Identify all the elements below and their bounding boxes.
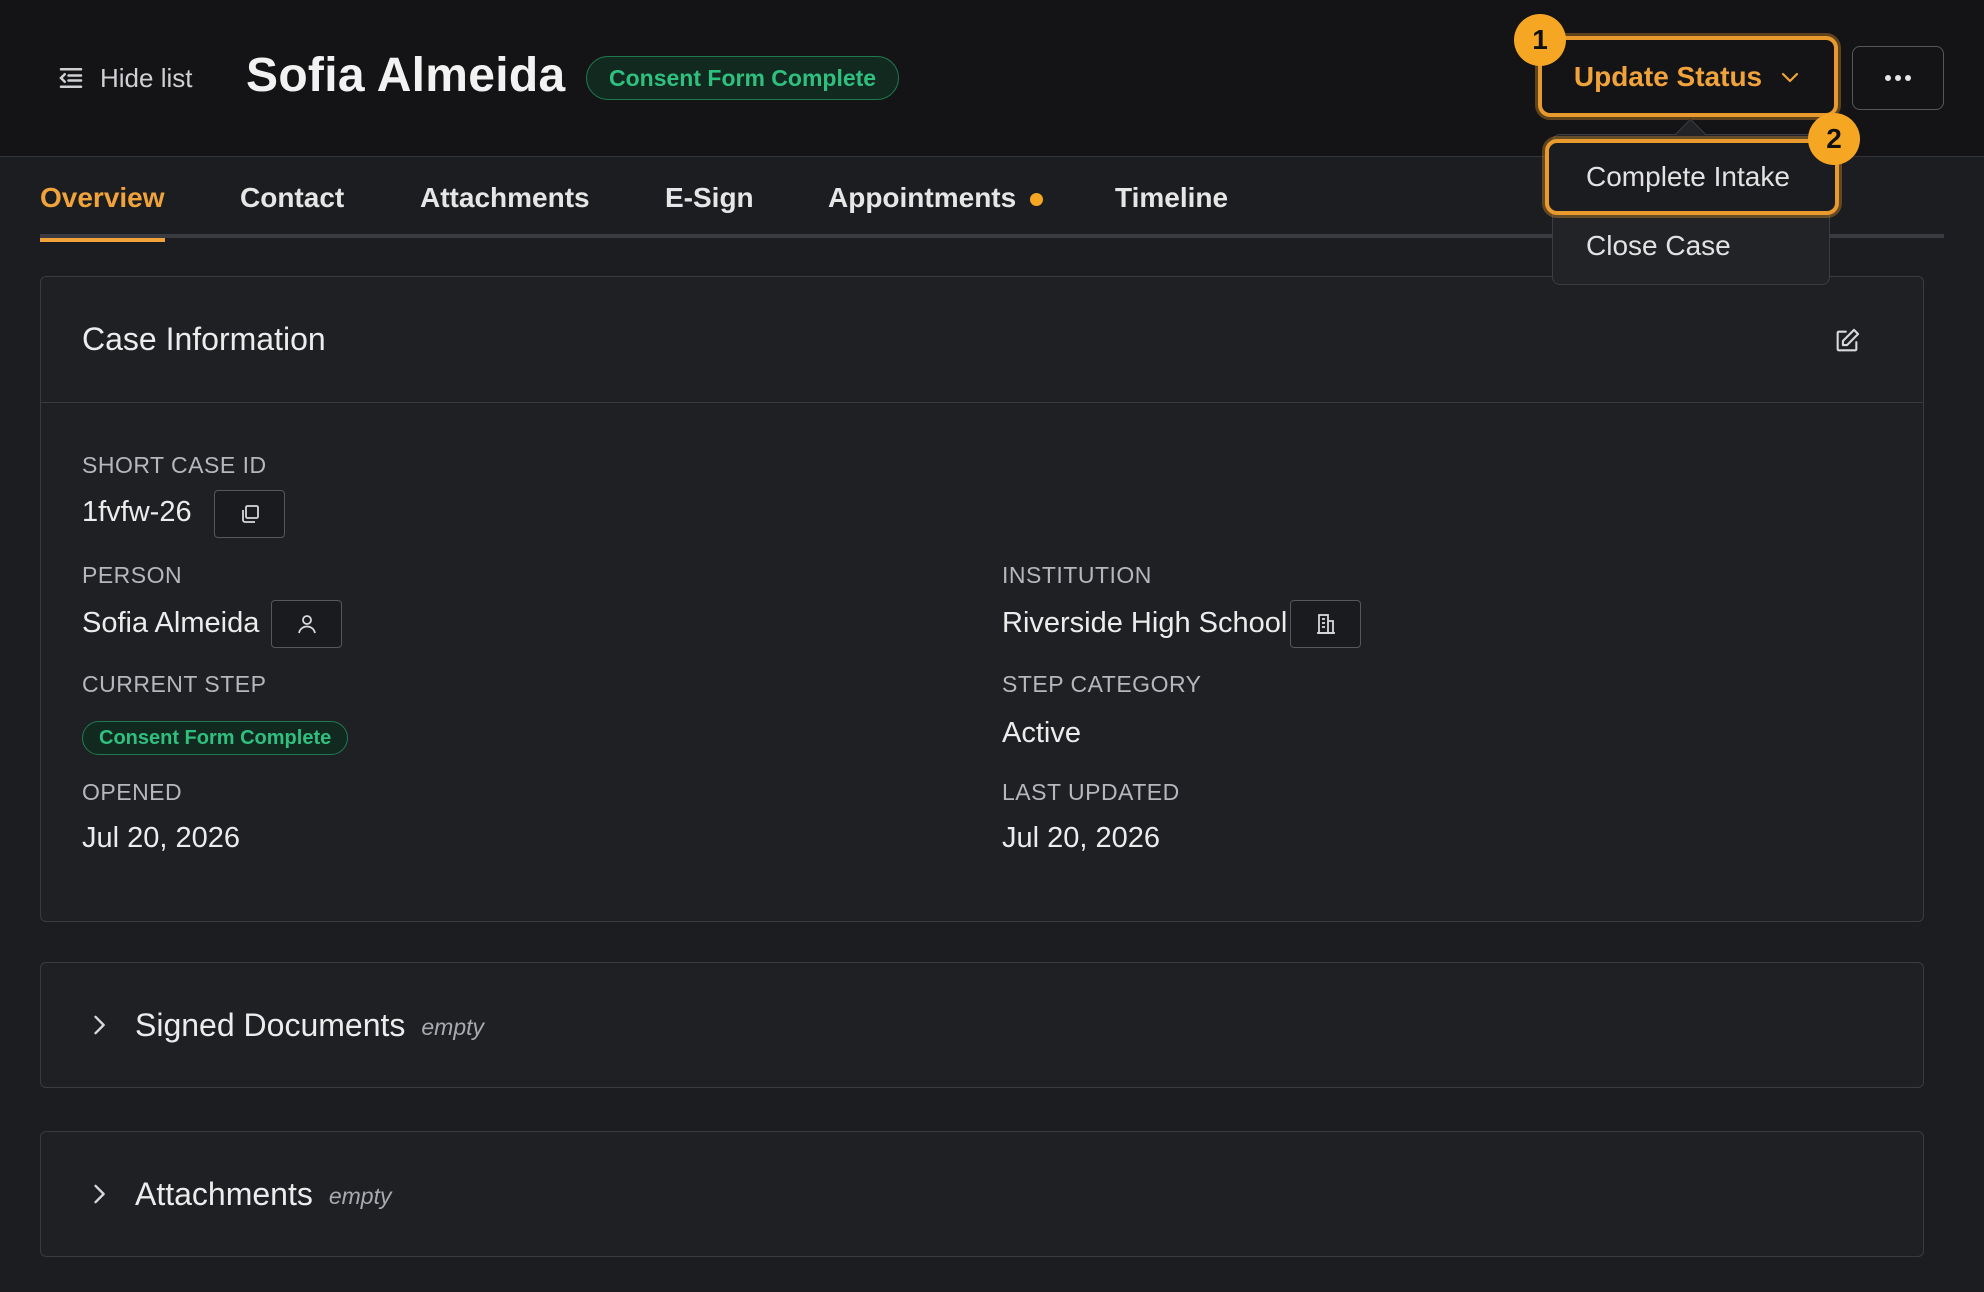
step-category-value: Active	[1002, 717, 1081, 749]
signed-documents-section: Signed Documents empty	[40, 962, 1924, 1088]
short-case-id-value: 1fvfw-26	[82, 496, 192, 528]
edit-icon[interactable]	[1833, 327, 1861, 355]
update-status-button[interactable]: Update Status	[1538, 36, 1838, 117]
menu-item-label: Complete Intake	[1586, 161, 1790, 192]
user-icon	[297, 615, 316, 634]
institution-label: INSTITUTION	[1002, 562, 1152, 588]
menu-item-label: Close Case	[1586, 230, 1731, 261]
hide-list-button[interactable]: Hide list	[56, 58, 192, 98]
notification-dot	[1030, 193, 1044, 206]
more-horizontal-icon	[1885, 75, 1911, 81]
empty-label: empty	[421, 1013, 485, 1040]
empty-label: empty	[328, 1182, 392, 1209]
tab-label: Attachments	[420, 182, 590, 213]
person-value: Sofia Almeida	[82, 607, 260, 639]
short-case-id-label: SHORT CASE ID	[82, 452, 267, 478]
current-step-label: CURRENT STEP	[82, 671, 267, 697]
card-header: Case Information	[41, 277, 1923, 403]
page-title: Sofia Almeida	[246, 49, 566, 102]
step-badge-2: 2	[1808, 113, 1860, 165]
chevron-right-icon	[94, 1015, 105, 1035]
section-title: Attachments	[135, 1175, 313, 1212]
tab-label: E-Sign	[665, 182, 754, 213]
more-options-button[interactable]	[1852, 46, 1944, 110]
view-person-button[interactable]	[271, 600, 342, 648]
card-title: Case Information	[82, 321, 326, 357]
menu-item-complete-intake[interactable]: Complete Intake	[1545, 139, 1839, 215]
tab-label: Timeline	[1115, 182, 1229, 213]
attachments-toggle[interactable]: Attachments empty	[85, 1132, 392, 1256]
copy-icon	[241, 505, 259, 523]
copy-id-button[interactable]	[214, 490, 285, 538]
institution-value: Riverside High School	[1002, 607, 1288, 639]
tab-attachments[interactable]: Attachments	[420, 182, 590, 238]
signed-documents-toggle[interactable]: Signed Documents empty	[85, 963, 484, 1087]
last-updated-value: Jul 20, 2026	[1002, 822, 1161, 854]
hide-list-label: Hide list	[100, 62, 193, 93]
current-step-badge: Consent Form Complete	[82, 721, 349, 755]
tab-label: Appointments	[828, 182, 1017, 213]
attachments-section: Attachments empty	[40, 1131, 1924, 1257]
chevron-down-icon	[1782, 72, 1799, 82]
last-updated-label: LAST UPDATED	[1002, 779, 1180, 805]
tab-label: Overview	[40, 182, 165, 213]
opened-value: Jul 20, 2026	[82, 822, 241, 854]
tab-contact[interactable]: Contact	[240, 182, 344, 238]
view-institution-button[interactable]	[1290, 600, 1361, 648]
chevron-right-icon	[94, 1184, 105, 1204]
step-category-label: STEP CATEGORY	[1002, 671, 1202, 697]
list-collapse-icon	[59, 68, 83, 88]
update-status-label: Update Status	[1573, 60, 1763, 92]
person-label: PERSON	[82, 562, 183, 588]
tab-appointments[interactable]: Appointments	[828, 182, 1044, 238]
opened-label: OPENED	[82, 779, 183, 805]
status-dropdown-menu: Complete Intake Close Case	[1545, 134, 1839, 285]
case-information-card: Case Information SHORT CASE ID 1fvfw-26 …	[40, 276, 1924, 922]
status-badge: Consent Form Complete	[586, 56, 900, 100]
menu-item-close-case[interactable]: Close Case	[1553, 215, 1829, 277]
tab-esign[interactable]: E-Sign	[665, 182, 754, 238]
tab-timeline[interactable]: Timeline	[1115, 182, 1228, 238]
tab-label: Contact	[240, 182, 345, 213]
tab-overview[interactable]: Overview	[40, 182, 165, 242]
section-title: Signed Documents	[135, 1006, 406, 1043]
building-icon	[1316, 614, 1335, 634]
step-badge-1: 1	[1514, 14, 1566, 66]
